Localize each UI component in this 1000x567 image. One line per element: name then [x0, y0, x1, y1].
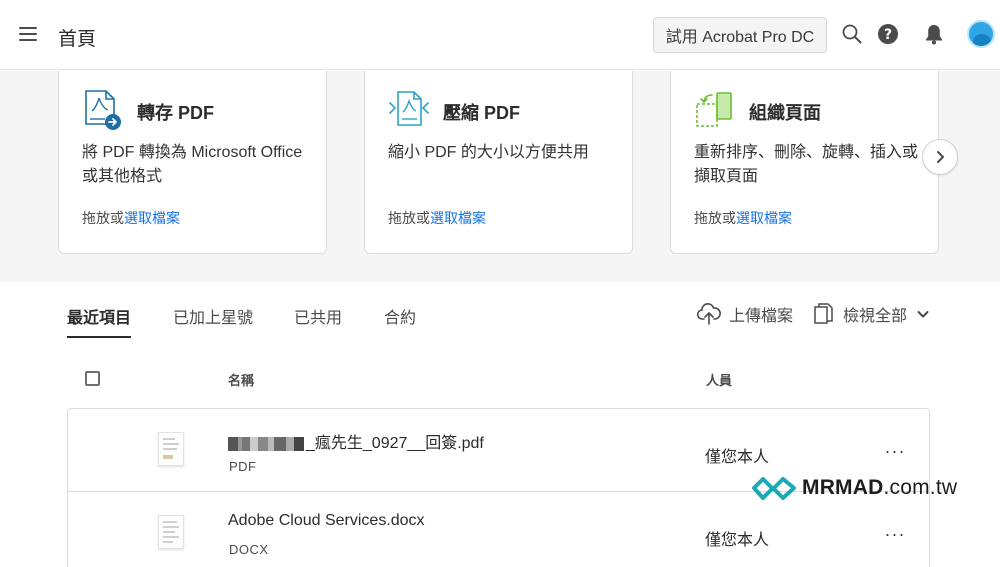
file-name: Adobe Cloud Services.docx: [228, 512, 425, 529]
chevron-down-icon: [917, 311, 929, 318]
file-name: _瘋先生_0927__回簽.pdf: [228, 429, 484, 453]
tool-title: 組織頁面: [749, 103, 821, 123]
chevron-right-icon: [937, 151, 944, 163]
select-all-checkbox[interactable]: [85, 371, 100, 386]
upload-file-button[interactable]: 上傳檔案: [697, 302, 793, 326]
more-options-icon[interactable]: ···: [880, 441, 910, 461]
export-pdf-icon: [83, 89, 123, 131]
svg-text:?: ?: [884, 27, 892, 43]
compress-pdf-icon: [389, 89, 429, 131]
drop-hint: 拖放或選取檔案: [694, 210, 792, 226]
tab-agreements[interactable]: 合約: [384, 304, 416, 336]
redacted-text: [228, 436, 304, 451]
drop-hint: 拖放或選取檔案: [82, 210, 180, 226]
drop-hint: 拖放或選取檔案: [388, 210, 486, 226]
documents-icon: [814, 303, 833, 324]
try-acrobat-pro-button[interactable]: 試用 Acrobat Pro DC: [653, 17, 827, 53]
mrmad-logo-icon: [752, 477, 796, 500]
menu-icon[interactable]: [19, 27, 37, 41]
view-all-label: 檢視全部: [843, 308, 908, 325]
tool-description: 縮小 PDF 的大小以方便共用: [388, 144, 589, 161]
help-icon[interactable]: ?: [876, 22, 900, 46]
select-file-link[interactable]: 選取檔案: [736, 210, 792, 226]
notification-bell-icon[interactable]: [922, 22, 946, 46]
table-row[interactable]: Adobe Cloud Services.docx DOCX 僅您本人 ···: [68, 491, 929, 567]
people-value: 僅您本人: [705, 532, 770, 549]
column-header-name[interactable]: 名稱: [228, 370, 254, 389]
select-file-link[interactable]: 選取檔案: [124, 210, 180, 226]
watermark: MRMAD.com.tw: [752, 476, 957, 500]
cloud-upload-icon: [697, 303, 721, 325]
search-icon[interactable]: [840, 22, 864, 46]
tool-title: 壓縮 PDF: [443, 103, 521, 123]
tool-card-export-pdf[interactable]: 轉存 PDF 將 PDF 轉換為 Microsoft Office 或其他格式 …: [58, 71, 327, 254]
upload-label: 上傳檔案: [729, 308, 794, 325]
avatar[interactable]: [967, 20, 995, 48]
tool-title: 轉存 PDF: [137, 103, 215, 123]
file-thumbnail: [158, 432, 184, 466]
tool-card-organize-pages[interactable]: 組織頁面 重新排序、刪除、旋轉、插入或擷取頁面 拖放或選取檔案: [670, 71, 939, 254]
people-value: 僅您本人: [705, 449, 770, 466]
file-thumbnail: [158, 515, 184, 549]
tab-starred[interactable]: 已加上星號: [173, 304, 253, 336]
tool-description: 將 PDF 轉換為 Microsoft Office 或其他格式: [82, 144, 303, 185]
tool-description: 重新排序、刪除、旋轉、插入或擷取頁面: [694, 144, 919, 185]
select-file-link[interactable]: 選取檔案: [430, 210, 486, 226]
tool-card-compress-pdf[interactable]: 壓縮 PDF 縮小 PDF 的大小以方便共用 拖放或選取檔案: [364, 71, 633, 254]
column-header-people[interactable]: 人員: [706, 370, 732, 389]
file-type: PDF: [229, 459, 257, 474]
view-all-button[interactable]: 檢視全部: [813, 302, 929, 326]
watermark-domain: .com.tw: [883, 476, 958, 499]
watermark-brand: MRMAD: [802, 476, 884, 499]
carousel-next-button[interactable]: [922, 139, 958, 175]
tab-recent[interactable]: 最近項目: [67, 304, 132, 338]
file-type: DOCX: [229, 542, 269, 557]
page-title: 首頁: [58, 29, 97, 50]
top-bar: 首頁 試用 Acrobat Pro DC ?: [0, 0, 1000, 70]
tab-shared[interactable]: 已共用: [294, 304, 342, 336]
more-options-icon[interactable]: ···: [880, 524, 910, 544]
organize-pages-icon: [695, 89, 735, 131]
